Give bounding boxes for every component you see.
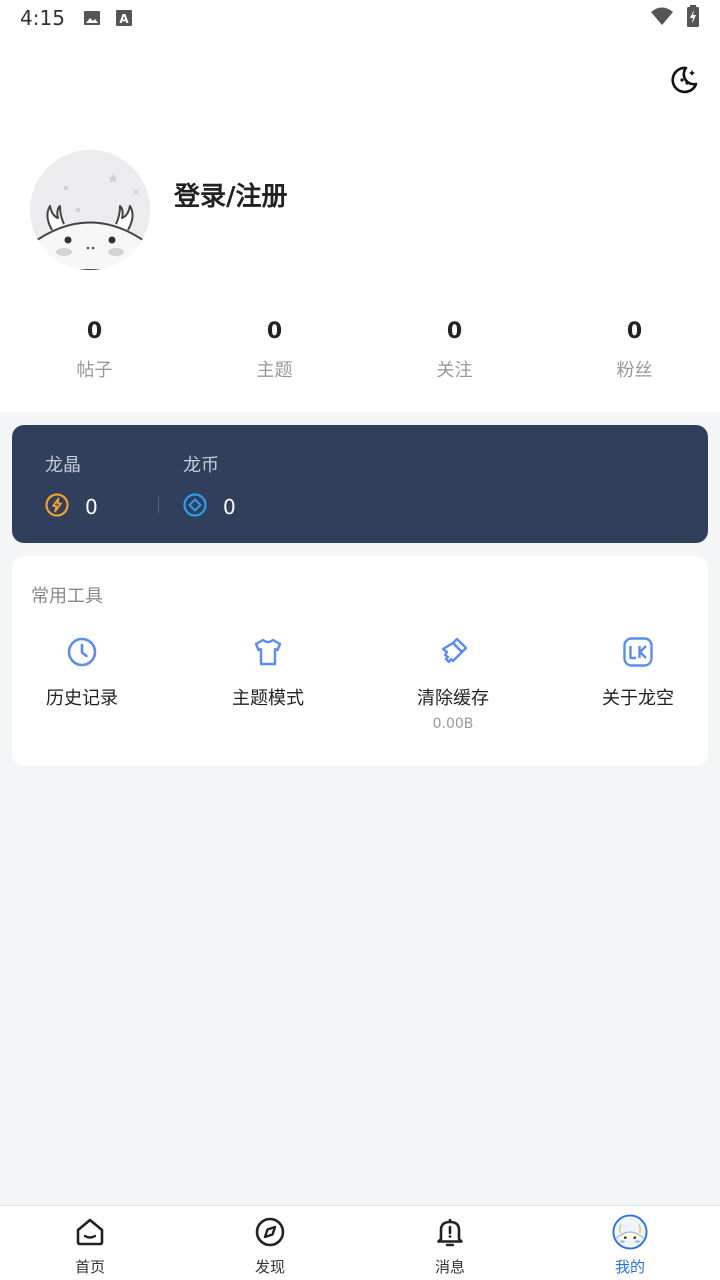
avatar-icon: [612, 1214, 648, 1250]
tools-card: 常用工具 历史记录 主题模式 清除缓存 0.00B 关于龙空: [12, 556, 708, 766]
stat-following[interactable]: 0 关注: [369, 314, 540, 394]
nav-label: 发现: [254, 1258, 285, 1276]
nav-discover[interactable]: 发现: [180, 1206, 360, 1280]
stat-value: 0: [266, 319, 283, 344]
coin-balance[interactable]: 龙币 0: [183, 451, 236, 521]
moon-icon[interactable]: [666, 62, 702, 98]
brush-icon: [435, 634, 471, 670]
crystal-label: 龙晶: [45, 455, 81, 476]
nav-mine[interactable]: 我的: [540, 1206, 720, 1280]
stat-followers[interactable]: 0 粉丝: [549, 314, 720, 394]
nav-messages[interactable]: 消息: [360, 1206, 540, 1280]
bottom-nav: 首页 发现 消息 我的: [0, 1205, 720, 1280]
coin-icon: [183, 493, 207, 521]
stat-topics[interactable]: 0 主题: [189, 314, 360, 394]
coin-label: 龙币: [183, 455, 219, 476]
stats-row: 0 帖子 0 主题 0 关注 0 粉丝: [0, 314, 720, 394]
tool-label: 主题模式: [232, 688, 304, 709]
wallet-card[interactable]: 龙晶 0 龙币 0: [12, 425, 708, 543]
login-register-link[interactable]: 登录/注册: [174, 176, 288, 213]
crystal-value: 0: [85, 495, 98, 519]
crystal-icon: [45, 493, 69, 521]
nav-label: 首页: [74, 1258, 105, 1276]
bell-icon: [432, 1214, 468, 1250]
tool-label: 关于龙空: [602, 688, 674, 709]
tshirt-icon: [250, 634, 286, 670]
battery-icon: [686, 5, 700, 31]
wallet-divider: [158, 497, 159, 513]
image-icon: [83, 9, 101, 27]
stat-value: 0: [626, 319, 643, 344]
text-a-icon: A: [115, 9, 133, 27]
stat-value: 0: [86, 319, 103, 344]
tool-about[interactable]: 关于龙空: [568, 634, 708, 710]
avatar[interactable]: [30, 150, 150, 270]
stat-value: 0: [446, 319, 463, 344]
crystal-balance[interactable]: 龙晶 0: [45, 451, 98, 521]
status-time: 4:15: [20, 6, 65, 30]
tool-label: 清除缓存: [417, 688, 489, 709]
compass-icon: [252, 1214, 288, 1250]
lk-logo-icon: [620, 634, 656, 670]
stat-label: 粉丝: [616, 360, 653, 381]
tool-label: 历史记录: [46, 688, 118, 709]
wifi-icon: [650, 6, 674, 30]
status-bar: 4:15 A: [0, 0, 720, 36]
tool-history[interactable]: 历史记录: [12, 634, 152, 710]
clock-icon: [64, 634, 100, 670]
tool-theme[interactable]: 主题模式: [198, 634, 338, 710]
nav-label: 消息: [434, 1258, 465, 1276]
stat-label: 帖子: [76, 360, 113, 381]
home-icon: [72, 1214, 108, 1250]
svg-text:A: A: [119, 12, 129, 26]
tools-title: 常用工具: [31, 586, 103, 607]
profile-page: 4:15 A 登录/注册 0 帖子 0 主题 0 关注 0 粉丝 龙晶 0 龙币…: [0, 0, 720, 1280]
nav-label: 我的: [614, 1258, 645, 1276]
cache-size: 0.00B: [432, 716, 474, 732]
stat-label: 关注: [436, 360, 473, 381]
nav-home[interactable]: 首页: [0, 1206, 180, 1280]
coin-value: 0: [223, 495, 236, 519]
profile-header: 登录/注册 0 帖子 0 主题 0 关注 0 粉丝: [0, 36, 720, 412]
stat-posts[interactable]: 0 帖子: [9, 314, 180, 394]
stat-label: 主题: [256, 360, 293, 381]
tool-clear-cache[interactable]: 清除缓存 0.00B: [383, 634, 523, 732]
